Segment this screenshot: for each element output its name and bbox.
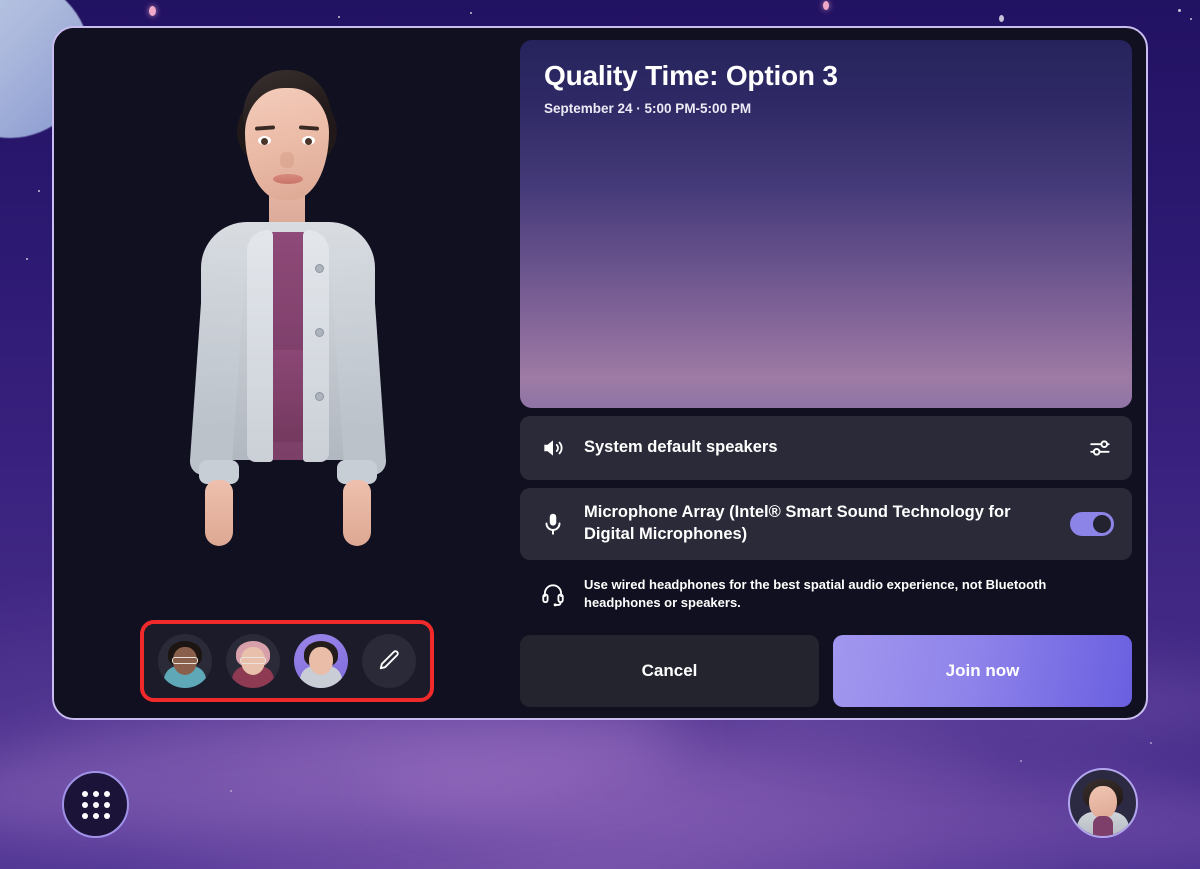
- microphone-icon: [540, 511, 584, 537]
- star-decoration: [823, 1, 829, 10]
- star-decoration: [149, 6, 156, 16]
- glasses-icon: [172, 657, 198, 664]
- star-decoration: [338, 16, 340, 18]
- dialog-actions: Cancel Join now: [520, 635, 1132, 708]
- spatial-audio-tip-text: Use wired headphones for the best spatia…: [584, 577, 1047, 610]
- star-decoration: [999, 15, 1004, 22]
- star-decoration: [1150, 742, 1152, 744]
- user-avatar-button[interactable]: [1068, 768, 1138, 838]
- meeting-header: Quality Time: Option 3 September 24 · 5:…: [520, 40, 1132, 126]
- star-decoration: [1020, 760, 1022, 762]
- avatar-preview-pane: [54, 28, 520, 718]
- speaker-device-label: System default speakers: [584, 438, 778, 457]
- cancel-button[interactable]: Cancel: [520, 635, 819, 708]
- meeting-preview: Quality Time: Option 3 September 24 · 5:…: [520, 40, 1132, 408]
- apps-grid-icon: [81, 790, 110, 819]
- star-decoration: [38, 190, 40, 192]
- microphone-toggle[interactable]: [1070, 512, 1114, 536]
- app-launcher-button[interactable]: [62, 771, 129, 838]
- join-meeting-dialog: Quality Time: Option 3 September 24 · 5:…: [52, 26, 1148, 720]
- pencil-icon: [379, 650, 399, 670]
- microphone-device-label: Microphone Array (Intel® Smart Sound Tec…: [584, 503, 1011, 543]
- avatar-option-3[interactable]: [294, 634, 348, 688]
- meeting-detail-pane: Quality Time: Option 3 September 24 · 5:…: [520, 28, 1146, 718]
- avatar-option-1[interactable]: [158, 634, 212, 688]
- join-now-button[interactable]: Join now: [833, 635, 1132, 708]
- glasses-icon: [240, 657, 266, 664]
- avatar-body: [157, 64, 417, 624]
- star-decoration: [1178, 9, 1181, 12]
- star-decoration: [470, 12, 472, 14]
- avatar-chooser[interactable]: [140, 620, 434, 702]
- speaker-device-row[interactable]: System default speakers: [520, 416, 1132, 480]
- edit-avatar-button[interactable]: [362, 634, 416, 688]
- avatar-option-2[interactable]: [226, 634, 280, 688]
- star-decoration: [1190, 18, 1192, 20]
- avatar-figure: [54, 64, 520, 622]
- headset-icon: [540, 581, 584, 607]
- speaker-icon: [540, 435, 584, 461]
- spatial-audio-tip: Use wired headphones for the best spatia…: [520, 564, 1132, 623]
- star-decoration: [230, 790, 232, 792]
- audio-settings-icon[interactable]: [1088, 435, 1114, 461]
- star-decoration: [26, 258, 28, 260]
- meeting-time: September 24 · 5:00 PM-5:00 PM: [544, 101, 752, 117]
- meeting-title: Quality Time: Option 3: [544, 60, 838, 91]
- microphone-device-row[interactable]: Microphone Array (Intel® Smart Sound Tec…: [520, 488, 1132, 560]
